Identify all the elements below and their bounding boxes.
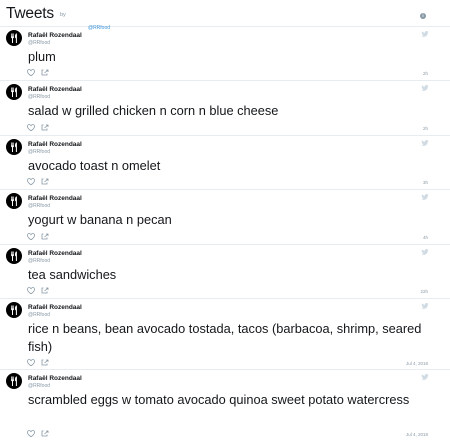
avatar[interactable] [6, 302, 22, 318]
twitter-bird-icon[interactable] [421, 303, 429, 309]
author-name[interactable]: Rafaël Rozendaal [28, 195, 82, 202]
tweet-text: plum [28, 49, 56, 64]
share-icon[interactable] [41, 359, 49, 366]
share-icon[interactable] [41, 287, 49, 294]
share-icon[interactable] [41, 430, 49, 437]
avatar[interactable] [6, 84, 22, 100]
tweet-text: rice n beans, bean avocado tostada, taco… [28, 321, 422, 354]
tweet-timestamp[interactable]: 22h [420, 289, 428, 294]
share-icon[interactable] [41, 233, 49, 240]
twitter-bird-icon[interactable] [421, 249, 429, 255]
heart-icon[interactable] [27, 359, 35, 366]
timeline-byline: by @RRfood [60, 12, 110, 31]
tweet-text: tea sandwiches [28, 267, 117, 282]
twitter-bird-icon[interactable] [421, 374, 429, 380]
byline-prefix: by [60, 12, 66, 18]
author-name[interactable]: Rafaël Rozendaal [28, 250, 82, 257]
avatar[interactable] [6, 30, 22, 46]
tweet-timestamp[interactable]: 2h [423, 71, 428, 76]
author-name[interactable]: Rafaël Rozendaal [28, 375, 82, 382]
tweet[interactable]: Rafaël Rozendaal @RRfood rice n beans, b… [0, 299, 450, 370]
author-handle[interactable]: @RRfood [28, 94, 50, 100]
info-icon[interactable]: i [420, 13, 426, 19]
tweet-timestamp[interactable]: 2h [423, 126, 428, 131]
tweet-timestamp[interactable]: Jul 4, 2018 [406, 432, 428, 437]
tweet-timestamp[interactable]: 4h [423, 235, 428, 240]
share-icon[interactable] [41, 69, 49, 76]
fork-knife-icon [11, 142, 17, 152]
tweet[interactable]: Rafaël Rozendaal @RRfood scrambled eggs … [0, 370, 450, 443]
tweet-text: yogurt w banana n pecan [28, 212, 172, 227]
timeline-title: Tweets [6, 5, 54, 22]
tweet[interactable]: Rafaël Rozendaal @RRfood plum 2h [0, 27, 450, 81]
heart-icon[interactable] [27, 233, 35, 240]
tweet-timestamp[interactable]: Jul 4, 2018 [406, 361, 428, 366]
author-name[interactable]: Rafaël Rozendaal [28, 32, 82, 39]
author-handle[interactable]: @RRfood [28, 258, 50, 264]
fork-knife-icon [11, 33, 17, 43]
tweet[interactable]: Rafaël Rozendaal @RRfood avocado toast n… [0, 136, 450, 190]
share-icon[interactable] [41, 178, 49, 185]
author-handle[interactable]: @RRfood [28, 149, 50, 155]
twitter-bird-icon[interactable] [421, 85, 429, 91]
author-handle[interactable]: @RRfood [28, 383, 50, 389]
tweet-timestamp[interactable]: 3h [423, 180, 428, 185]
avatar[interactable] [6, 373, 22, 389]
fork-knife-icon [11, 376, 17, 386]
author-name[interactable]: Rafaël Rozendaal [28, 304, 82, 311]
twitter-bird-icon[interactable] [421, 140, 429, 146]
twitter-bird-icon[interactable] [421, 31, 429, 37]
author-handle[interactable]: @RRfood [28, 312, 50, 318]
heart-icon[interactable] [27, 178, 35, 185]
tweet-text: avocado toast n omelet [28, 158, 161, 173]
author-name[interactable]: Rafaël Rozendaal [28, 86, 82, 93]
fork-knife-icon [11, 196, 17, 206]
tweet-text: salad w grilled chicken n corn n blue ch… [28, 103, 279, 118]
tweet[interactable]: Rafaël Rozendaal @RRfood yogurt w banana… [0, 190, 450, 245]
heart-icon[interactable] [27, 287, 35, 294]
author-handle[interactable]: @RRfood [28, 203, 50, 209]
tweet-text: scrambled eggs w tomato avocado quinoa s… [28, 392, 410, 407]
avatar[interactable] [6, 248, 22, 264]
tweet[interactable]: Rafaël Rozendaal @RRfood tea sandwiches … [0, 245, 450, 299]
timeline-header: Tweets by @RRfood i [0, 0, 450, 31]
heart-icon[interactable] [27, 124, 35, 131]
avatar[interactable] [6, 139, 22, 155]
fork-knife-icon [11, 305, 17, 315]
fork-knife-icon [11, 87, 17, 97]
tweet[interactable]: Rafaël Rozendaal @RRfood salad w grilled… [0, 81, 450, 136]
twitter-bird-icon[interactable] [421, 194, 429, 200]
author-handle[interactable]: @RRfood [28, 40, 50, 46]
avatar[interactable] [6, 193, 22, 209]
heart-icon[interactable] [27, 69, 35, 76]
heart-icon[interactable] [27, 430, 35, 437]
share-icon[interactable] [41, 124, 49, 131]
author-name[interactable]: Rafaël Rozendaal [28, 141, 82, 148]
fork-knife-icon [11, 251, 17, 261]
